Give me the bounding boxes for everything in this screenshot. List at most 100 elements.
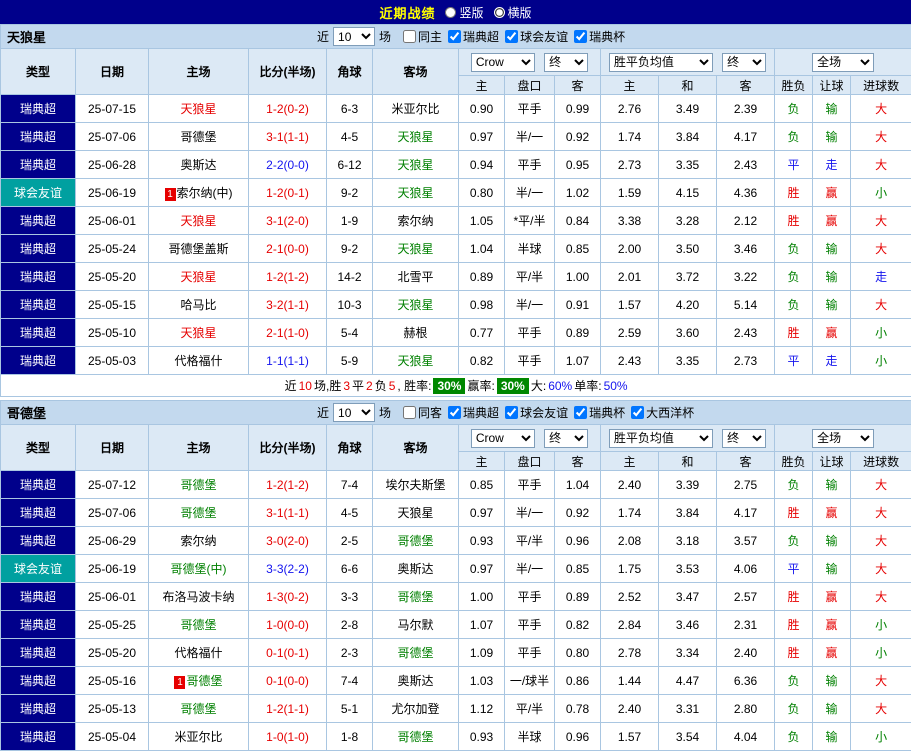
filter-checkbox[interactable]: [574, 30, 588, 43]
result-cell: 胜: [774, 318, 813, 347]
away-team-cell[interactable]: 天狼星: [372, 346, 459, 375]
away-team-cell[interactable]: 北雪平: [372, 262, 459, 291]
bookmaker-select[interactable]: Crow: [470, 52, 535, 72]
near-label: 近: [317, 406, 330, 420]
away-team-cell[interactable]: 米亚尔比: [372, 94, 459, 123]
home-team-cell[interactable]: 布洛马波卡纳: [148, 582, 249, 611]
score-cell: 1-2(1-1): [248, 694, 327, 723]
layout-vertical-option[interactable]: 竖版: [445, 4, 484, 21]
layout-horizontal-radio[interactable]: [493, 6, 505, 18]
away-team-cell[interactable]: 哥德堡: [372, 638, 459, 667]
filter-option[interactable]: 同主: [403, 28, 442, 45]
col-corners: 角球: [326, 48, 373, 95]
home-team-cell[interactable]: 哥德堡: [148, 122, 249, 151]
home-team-cell[interactable]: 奥斯达: [148, 150, 249, 179]
filter-checkbox[interactable]: [403, 406, 417, 419]
scope-select[interactable]: 全场: [812, 52, 875, 72]
home-team-cell[interactable]: 天狼星: [148, 206, 249, 235]
filter-checkbox[interactable]: [505, 30, 519, 43]
filter-option[interactable]: 瑞典超: [448, 28, 499, 45]
filter-checkbox[interactable]: [631, 406, 645, 419]
home-team-cell[interactable]: 代格福什: [148, 346, 249, 375]
filter-option[interactable]: 球会友谊: [505, 28, 568, 45]
filter-checkbox[interactable]: [448, 30, 462, 43]
home-team-cell[interactable]: 天狼星: [148, 318, 249, 347]
home-team-cell[interactable]: 米亚尔比: [148, 722, 249, 751]
away-team-cell[interactable]: 天狼星: [372, 122, 459, 151]
home-team-cell[interactable]: 哥德堡: [148, 470, 249, 499]
away-team-cell[interactable]: 埃尔夫斯堡: [372, 470, 459, 499]
match-date-cell: 25-06-19: [75, 554, 149, 583]
home-team-cell[interactable]: 代格福什: [148, 638, 249, 667]
filter-option[interactable]: 大西洋杯: [631, 404, 694, 421]
filter-option[interactable]: 瑞典杯: [574, 404, 625, 421]
home-team-cell[interactable]: 哥德堡: [148, 610, 249, 639]
scope-select[interactable]: 全场: [812, 428, 875, 448]
match-date-cell: 25-07-06: [75, 498, 149, 527]
home-team-cell[interactable]: 哥德堡: [148, 498, 249, 527]
match-count-select[interactable]: 10: [333, 27, 376, 46]
avg-type-select[interactable]: 胜平负均值: [608, 52, 713, 72]
filter-checkbox[interactable]: [448, 406, 462, 419]
goals-result-cell: 小: [849, 178, 911, 207]
away-team-cell[interactable]: 奥斯达: [372, 554, 459, 583]
match-count-select[interactable]: 10: [333, 403, 376, 422]
handicap-line-cell: *平/半: [504, 206, 555, 235]
odds-state-select[interactable]: 终: [544, 52, 589, 72]
bookmaker-select[interactable]: Crow: [470, 428, 535, 448]
avg-state-select[interactable]: 终: [722, 428, 767, 448]
avg-state-select[interactable]: 终: [722, 52, 767, 72]
filter-checkbox[interactable]: [574, 406, 588, 419]
layout-vertical-radio[interactable]: [445, 6, 457, 18]
home-team-cell[interactable]: 1 索尔纳(中): [148, 178, 249, 207]
filter-label: 瑞典杯: [589, 406, 626, 420]
away-team-cell[interactable]: 索尔纳: [372, 206, 459, 235]
filter-option[interactable]: 同客: [403, 404, 442, 421]
layout-horizontal-option[interactable]: 横版: [493, 4, 532, 21]
away-team-cell[interactable]: 天狼星: [372, 290, 459, 319]
avg-home-cell: 2.40: [600, 470, 659, 499]
home-team-cell[interactable]: 哥德堡(中): [148, 554, 249, 583]
away-team-cell[interactable]: 哥德堡: [372, 526, 459, 555]
handicap-result-cell: 赢: [812, 318, 851, 347]
match-type-cell: 瑞典超: [0, 638, 76, 667]
avg-draw-cell: 3.35: [658, 346, 717, 375]
home-team-name: 天狼星: [180, 270, 217, 284]
scope-header: 全场: [773, 424, 911, 452]
home-team-name: 哥德堡(中): [170, 562, 227, 576]
away-team-cell[interactable]: 赫根: [372, 318, 459, 347]
odds-state-select[interactable]: 终: [544, 428, 589, 448]
away-team-cell[interactable]: 天狼星: [372, 150, 459, 179]
filter-option[interactable]: 瑞典杯: [574, 28, 625, 45]
odds-home-cell: 0.77: [458, 318, 505, 347]
away-team-cell[interactable]: 哥德堡: [372, 582, 459, 611]
avg-type-select[interactable]: 胜平负均值: [608, 428, 713, 448]
home-team-cell[interactable]: 哥德堡盖斯: [148, 234, 249, 263]
handicap-result-cell: 赢: [812, 206, 851, 235]
away-team-cell[interactable]: 哥德堡: [372, 722, 459, 751]
away-team-cell[interactable]: 天狼星: [372, 178, 459, 207]
home-team-name: 奥斯达: [180, 158, 217, 172]
away-team-cell[interactable]: 天狼星: [372, 234, 459, 263]
goals-result-cell: 大: [849, 554, 911, 583]
home-team-cell[interactable]: 哈马比: [148, 290, 249, 319]
home-team-cell[interactable]: 天狼星: [148, 262, 249, 291]
filter-option[interactable]: 球会友谊: [505, 404, 568, 421]
home-team-cell[interactable]: 索尔纳: [148, 526, 249, 555]
col-home: 主场: [148, 424, 249, 471]
away-team-cell[interactable]: 马尔默: [372, 610, 459, 639]
handicap-line-cell: 半球: [504, 722, 555, 751]
home-team-cell[interactable]: 哥德堡: [148, 694, 249, 723]
away-team-cell[interactable]: 尤尔加登: [372, 694, 459, 723]
handicap-result-cell: 赢: [812, 610, 851, 639]
away-team-cell[interactable]: 奥斯达: [372, 666, 459, 695]
odds-away-cell: 1.07: [554, 346, 601, 375]
filter-option[interactable]: 瑞典超: [448, 404, 499, 421]
home-team-cell[interactable]: 1 哥德堡: [148, 666, 249, 695]
filter-checkbox[interactable]: [505, 406, 519, 419]
result-cell: 胜: [774, 582, 813, 611]
away-team-cell[interactable]: 天狼星: [372, 498, 459, 527]
filter-checkbox[interactable]: [403, 30, 417, 43]
home-team-cell[interactable]: 天狼星: [148, 94, 249, 123]
goals-result-cell: 小: [849, 638, 911, 667]
